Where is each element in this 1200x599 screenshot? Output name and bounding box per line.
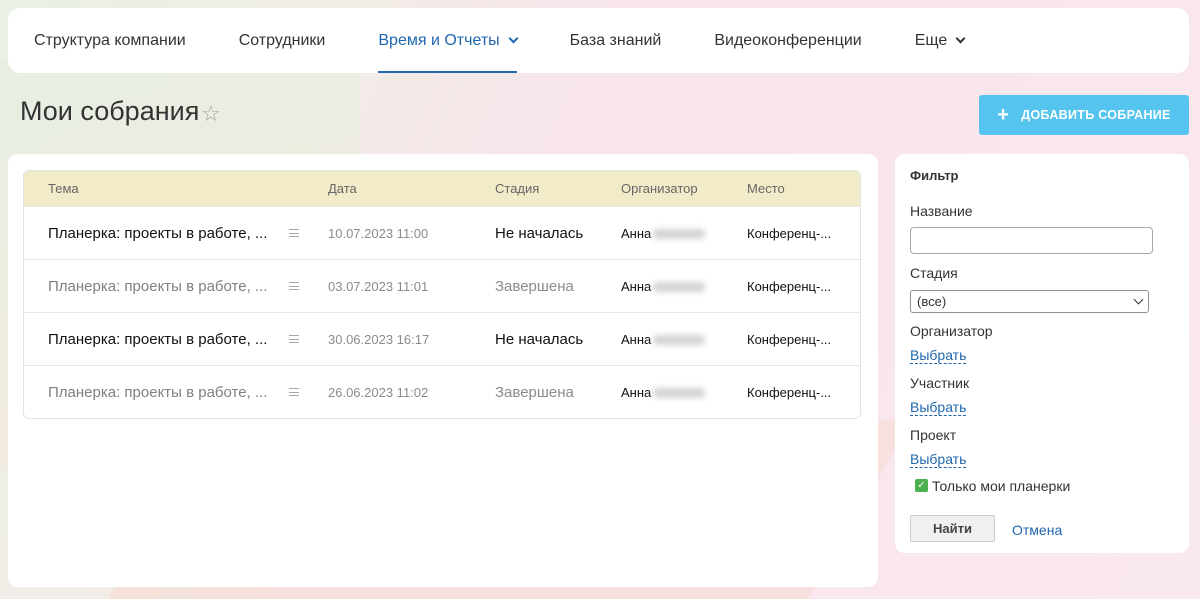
chevron-down-icon <box>955 33 966 44</box>
column-header-place[interactable]: Место <box>747 181 857 196</box>
nav-item-more[interactable]: Еще <box>914 8 966 73</box>
organizer-label: Организатор <box>910 323 993 339</box>
organizer-select-link[interactable]: Выбрать <box>910 347 967 364</box>
date-cell: 26.06.2023 11:02 <box>328 384 429 400</box>
column-header-organizer[interactable]: Организатор <box>621 181 747 196</box>
topic-link[interactable]: Планерка: проекты в работе, ... <box>48 225 270 242</box>
nav-item-label: Структура компании <box>34 31 186 49</box>
nav-item-label: Еще <box>914 31 948 49</box>
stage-select[interactable]: (все) <box>910 290 1149 313</box>
meetings-table: Тема Дата Стадия Организатор Место Плане… <box>23 170 861 419</box>
organizer-name: Анна <box>621 225 652 241</box>
stage-cell: Не началась <box>495 224 584 242</box>
blurred-surname <box>653 335 706 346</box>
find-button[interactable]: Найти <box>910 515 995 542</box>
column-header-date[interactable]: Дата <box>328 181 495 196</box>
organizer-cell: Анна <box>621 332 747 347</box>
stage-label: Стадия <box>910 265 958 281</box>
column-header-topic[interactable]: Тема <box>24 181 328 196</box>
organizer-name: Анна <box>621 384 652 400</box>
topic-cell[interactable]: Планерка: проекты в работе, ... <box>24 277 328 295</box>
nav-item-time-reports[interactable]: Время и Отчеты <box>378 8 519 73</box>
only-mine-checkbox[interactable]: ✓ <box>915 479 928 492</box>
date-cell: 30.06.2023 16:17 <box>328 331 430 347</box>
organizer-cell: Анна <box>621 279 747 294</box>
project-label: Проект <box>910 427 957 443</box>
place-cell: Конференц-... <box>747 331 832 347</box>
place-cell: Конференц-... <box>747 278 832 294</box>
nav-item-label: Видеоконференции <box>714 31 862 49</box>
topic-link[interactable]: Планерка: проекты в работе, ... <box>48 278 270 295</box>
chevron-down-icon <box>508 33 519 44</box>
name-input[interactable] <box>910 227 1153 254</box>
project-select-link[interactable]: Выбрать <box>910 451 967 468</box>
participant-label: Участник <box>910 375 970 391</box>
menu-icon[interactable] <box>289 335 299 343</box>
top-navigation: Структура компании Сотрудники Время и От… <box>8 8 1189 73</box>
place-cell: Конференц-... <box>747 225 832 241</box>
column-header-stage[interactable]: Стадия <box>495 181 621 196</box>
organizer-name: Анна <box>621 278 652 294</box>
organizer-name: Анна <box>621 331 652 347</box>
organizer-cell: Анна <box>621 226 747 241</box>
only-mine-label[interactable]: Только мои планерки <box>932 478 1070 494</box>
table-row[interactable]: Планерка: проекты в работе, ... 30.06.20… <box>24 312 860 365</box>
menu-icon[interactable] <box>289 229 299 237</box>
date-cell: 10.07.2023 11:00 <box>328 225 429 241</box>
stage-cell: Завершена <box>495 383 574 401</box>
cancel-link[interactable]: Отмена <box>1012 522 1062 538</box>
menu-icon[interactable] <box>289 282 299 290</box>
name-label: Название <box>910 203 973 219</box>
blurred-surname <box>653 282 706 293</box>
page-title: Мои собрания <box>20 96 200 126</box>
blurred-surname <box>653 388 706 399</box>
filter-title: Фильтр <box>910 168 959 183</box>
nav-item-label: Сотрудники <box>238 31 326 49</box>
menu-icon[interactable] <box>289 388 299 396</box>
nav-item-label: Время и Отчеты <box>378 31 500 49</box>
nav-item-company-structure[interactable]: Структура компании <box>34 8 186 73</box>
table-header: Тема Дата Стадия Организатор Место <box>24 171 860 206</box>
nav-item-employees[interactable]: Сотрудники <box>239 8 326 73</box>
participant-select-link[interactable]: Выбрать <box>910 399 967 416</box>
meetings-card: Тема Дата Стадия Организатор Место Плане… <box>8 154 878 587</box>
topic-cell[interactable]: Планерка: проекты в работе, ... <box>24 330 328 348</box>
stage-cell: Не началась <box>495 330 584 348</box>
table-row[interactable]: Планерка: проекты в работе, ... 03.07.20… <box>24 259 860 312</box>
topic-cell[interactable]: Планерка: проекты в работе, ... <box>24 224 328 242</box>
stage-select-value: (все) <box>917 294 947 309</box>
chevron-down-icon <box>1133 294 1144 305</box>
blurred-surname <box>653 229 706 240</box>
table-row[interactable]: Планерка: проекты в работе, ... 10.07.20… <box>24 206 860 259</box>
place-cell: Конференц-... <box>747 384 832 400</box>
add-meeting-button[interactable]: + ДОБАВИТЬ СОБРАНИЕ <box>979 95 1189 135</box>
nav-item-knowledge-base[interactable]: База знаний <box>570 8 662 73</box>
add-meeting-label: ДОБАВИТЬ СОБРАНИЕ <box>1021 108 1171 122</box>
table-row[interactable]: Планерка: проекты в работе, ... 26.06.20… <box>24 365 860 418</box>
star-icon[interactable]: ☆ <box>201 101 221 127</box>
stage-cell: Завершена <box>495 277 574 295</box>
nav-item-videoconference[interactable]: Видеоконференции <box>714 8 861 73</box>
topic-link[interactable]: Планерка: проекты в работе, ... <box>48 331 270 348</box>
date-cell: 03.07.2023 11:01 <box>328 278 429 294</box>
organizer-cell: Анна <box>621 385 747 400</box>
filter-panel: Фильтр Название Стадия (все) Организатор… <box>895 154 1189 553</box>
topic-link[interactable]: Планерка: проекты в работе, ... <box>48 384 270 401</box>
plus-icon: + <box>997 104 1010 126</box>
topic-cell[interactable]: Планерка: проекты в работе, ... <box>24 383 328 401</box>
nav-item-label: База знаний <box>569 31 662 49</box>
